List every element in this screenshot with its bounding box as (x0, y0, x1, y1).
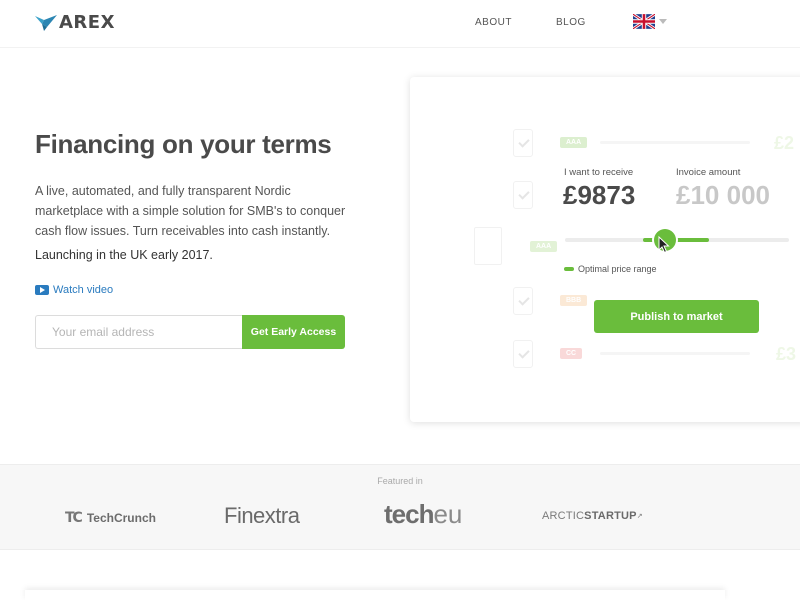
ghost-line (600, 141, 750, 144)
watch-video-label: Watch video (53, 284, 114, 296)
get-early-access-button[interactable]: Get Early Access (242, 315, 345, 349)
publish-to-market-button[interactable]: Publish to market (594, 300, 759, 333)
uk-flag-icon (633, 14, 655, 29)
next-section-edge (25, 590, 725, 600)
bird-logo-icon (35, 14, 57, 31)
ghost-check-icon (513, 287, 533, 315)
arctic-name-bold: STARTUP (584, 510, 637, 522)
nav-blog[interactable]: BLOG (556, 17, 586, 28)
invoice-value: £10 000 (676, 180, 770, 210)
ghost-badge: BBB (560, 295, 588, 306)
techcrunch-logo-icon: TC (65, 510, 83, 526)
featured-label: Featured in (377, 476, 423, 486)
invoice-label: Invoice amount (676, 167, 741, 178)
techeu-suffix: eu (433, 499, 463, 529)
play-icon (35, 285, 49, 295)
nav-about[interactable]: ABOUT (475, 17, 512, 28)
ghost-check-icon (513, 340, 533, 368)
watch-video-link[interactable]: Watch video (35, 284, 113, 296)
finextra-name: Finextra (224, 503, 300, 528)
logo-text: AREX (59, 12, 115, 33)
press-techcrunch[interactable]: TC TechCrunch (65, 510, 156, 526)
press-arcticstartup[interactable]: ARCTIC STARTUP ↗ (542, 510, 643, 522)
techeu-name: tech (384, 499, 434, 529)
ghost-check-icon (513, 181, 533, 209)
logo[interactable]: AREX (35, 12, 115, 33)
mouse-cursor-icon (658, 236, 670, 254)
ghost-amount: £2 (774, 133, 795, 153)
press-tech-eu[interactable]: tech eu (384, 499, 462, 530)
press-finextra[interactable]: Finextra (224, 503, 300, 529)
arctic-arrow-icon: ↗ (636, 513, 643, 520)
chevron-down-icon (659, 19, 667, 24)
ghost-badge: CC (560, 348, 583, 359)
ghost-badge: AAA (560, 137, 588, 148)
ghost-check-icon (513, 129, 533, 157)
hero-description: A live, automated, and fully transparent… (35, 184, 346, 238)
site-header: AREX ABOUT BLOG (0, 0, 800, 46)
launch-note: Launching in the UK early 2017. (35, 248, 213, 262)
receive-value: £9873 (563, 180, 636, 210)
legend-label: Optimal price range (578, 264, 657, 274)
receive-label: I want to receive (564, 167, 634, 178)
language-selector[interactable] (633, 14, 667, 29)
email-input[interactable] (35, 315, 242, 349)
optimal-range-bar (643, 238, 709, 242)
ghost-line (600, 352, 750, 355)
ghost-badge: AAA (530, 241, 558, 252)
legend-swatch (564, 267, 574, 271)
hero-title: Financing on your terms (35, 129, 332, 159)
ghost-document-icon (474, 227, 502, 265)
optimal-range-legend: Optimal price range (564, 264, 657, 274)
header-divider (0, 47, 800, 48)
arctic-name-light: ARCTIC (542, 510, 585, 522)
calculator-card: AAA £2 AAA BBB CC £3 (410, 77, 800, 422)
techcrunch-name: TechCrunch (86, 511, 156, 525)
ghost-amount: £3 (776, 344, 797, 364)
